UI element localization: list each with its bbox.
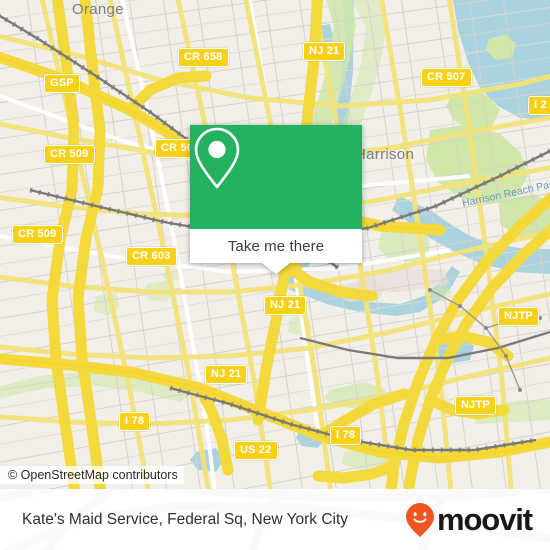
highway-shield-gsp: GSP xyxy=(44,74,80,93)
popup-pointer-tail xyxy=(262,263,290,274)
highway-shield-cr-509: CR 509 xyxy=(44,145,95,164)
osm-attribution[interactable]: © OpenStreetMap contributors xyxy=(0,466,184,484)
highway-shield-i-2: I 2 xyxy=(528,96,550,115)
moovit-smiley-pin-icon xyxy=(405,502,434,537)
highway-shield-njtp: NJTP xyxy=(498,307,539,326)
highway-shield-nj-21: NJ 21 xyxy=(205,365,248,384)
map-pin-icon xyxy=(194,127,240,189)
highway-shield-cr-658: CR 658 xyxy=(178,48,229,67)
highway-shield-us-22: US 22 xyxy=(234,441,278,460)
location-popup-card[interactable]: Take me there xyxy=(190,125,362,274)
highway-shield-cr-507: CR 507 xyxy=(421,68,472,87)
highway-shield-i-78: I 78 xyxy=(330,426,362,445)
bottom-info-bar: Kate's Maid Service, Federal Sq, New Yor… xyxy=(0,489,550,550)
highway-shield-nj-21: NJ 21 xyxy=(264,296,307,315)
highway-shield-njtp: NJTP xyxy=(455,396,496,415)
highway-shield-cr-509: CR 509 xyxy=(12,225,63,244)
highway-shield-cr-603: CR 603 xyxy=(126,247,177,266)
location-title: Kate's Maid Service, Federal Sq, New Yor… xyxy=(22,510,349,528)
take-me-there-label: Take me there xyxy=(227,237,325,255)
moovit-logo[interactable]: moovit xyxy=(405,502,533,538)
moovit-wordmark: moovit xyxy=(436,502,533,537)
popup-marker-area xyxy=(190,125,362,229)
take-me-there-button[interactable]: Take me there xyxy=(190,229,362,263)
highway-shield-nj-21: NJ 21 xyxy=(303,42,346,61)
map-screenshot: Orange Harrison Harrison Reach Passaic CR … xyxy=(0,0,550,550)
map-canvas[interactable]: Orange Harrison Harrison Reach Passaic CR … xyxy=(0,0,550,489)
highway-shield-i-78: I 78 xyxy=(119,412,151,431)
